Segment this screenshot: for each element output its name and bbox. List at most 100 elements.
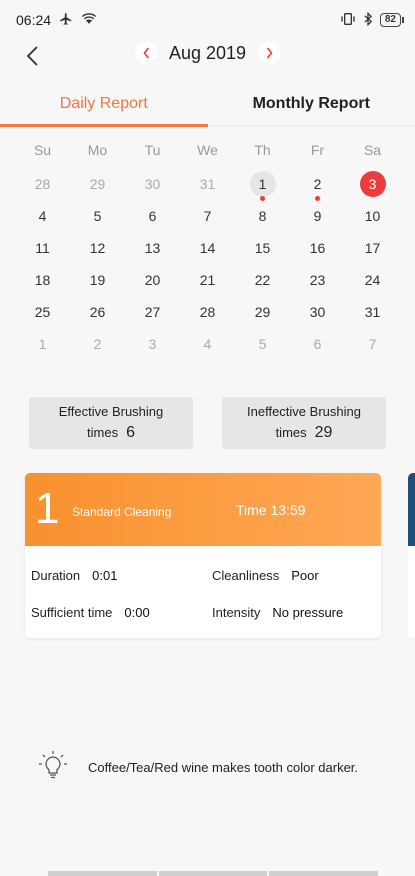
calendar-day[interactable]: 30 <box>305 299 331 325</box>
vibrate-icon <box>340 12 356 29</box>
calendar-day[interactable]: 13 <box>140 235 166 261</box>
calendar-day[interactable]: 29 <box>85 171 111 197</box>
calendar-day[interactable]: 29 <box>250 299 276 325</box>
ineffective-brushing-stat: Ineffective Brushing times 29 <box>222 397 386 449</box>
calendar-day[interactable]: 22 <box>250 267 276 293</box>
calendar-day[interactable]: 9 <box>305 203 331 229</box>
calendar-day[interactable]: 23 <box>305 267 331 293</box>
weekday-label: Su <box>33 142 52 158</box>
calendar-day[interactable]: 5 <box>250 331 276 357</box>
calendar-day[interactable]: 4 <box>30 203 56 229</box>
airplane-icon <box>59 12 73 29</box>
calendar-day[interactable]: 16 <box>305 235 331 261</box>
calendar-day[interactable]: 26 <box>85 299 111 325</box>
stat-value: 6 <box>126 424 135 441</box>
month-selector: Aug 2019 <box>134 42 281 64</box>
duration-label: Duration <box>31 568 81 583</box>
back-button[interactable] <box>18 42 46 70</box>
brushing-tip: Coffee/Tea/Red wine makes tooth color da… <box>38 750 358 785</box>
calendar-day[interactable]: 6 <box>305 331 331 357</box>
weekday-header: Su Mo Tu We Th Fr Sa <box>15 136 400 164</box>
session-time: Time 13:59 <box>236 502 306 518</box>
calendar-week: 4 5 6 7 8 9 10 <box>15 200 400 232</box>
calendar-week: 28 29 30 31 1 2 3 <box>15 168 400 201</box>
chevron-left-icon <box>26 46 38 66</box>
calendar-day[interactable]: 10 <box>360 203 386 229</box>
calendar-day[interactable]: 28 <box>195 299 221 325</box>
lightbulb-icon <box>38 750 68 785</box>
cleanliness-value: Poor <box>291 568 319 583</box>
calendar-day-selected[interactable]: 3 <box>359 171 386 197</box>
cleanliness-label: Cleanliness <box>212 568 280 583</box>
chevron-left-icon <box>142 47 149 59</box>
calendar-day[interactable]: 6 <box>140 203 166 229</box>
calendar-day[interactable]: 14 <box>195 235 221 261</box>
sufficient-time-value: 0:00 <box>124 605 150 620</box>
calendar-day[interactable]: 25 <box>30 299 56 325</box>
calendar-day[interactable]: 1 <box>30 331 56 357</box>
calendar-day[interactable]: 20 <box>140 267 166 293</box>
bottom-bar-edge <box>48 871 379 876</box>
tab-monthly-report[interactable]: Monthly Report <box>208 86 415 125</box>
calendar-week: 1 2 3 4 5 6 7 <box>15 328 400 360</box>
effective-brushing-stat: Effective Brushing times 6 <box>29 397 193 449</box>
intensity-value: No pressure <box>272 605 344 620</box>
cleaning-mode: Standard Cleaning <box>72 505 172 519</box>
calendar-day[interactable]: 28 <box>30 171 56 197</box>
calendar-day[interactable]: 2 <box>305 171 331 197</box>
calendar-day[interactable]: 24 <box>360 267 386 293</box>
battery-indicator: 82 <box>379 13 405 27</box>
card-body: Duration 0:01 Cleanliness Poor Sufficien… <box>25 546 381 638</box>
calendar-day[interactable]: 7 <box>360 331 386 357</box>
status-bar: 06:24 82 <box>0 0 415 40</box>
stat-value: 29 <box>314 424 333 441</box>
weekday-label: Mo <box>87 142 108 158</box>
calendar-day[interactable]: 19 <box>85 267 111 293</box>
brushing-session-card[interactable]: 1 Standard Cleaning Time 13:59 Duration … <box>25 473 381 638</box>
calendar-day[interactable]: 8 <box>250 203 276 229</box>
calendar-day[interactable]: 5 <box>85 203 111 229</box>
stat-label: Effective Brushing <box>58 404 164 419</box>
calendar-day[interactable]: 30 <box>140 171 166 197</box>
card-header: 1 Standard Cleaning Time 13:59 <box>25 473 381 546</box>
calendar-day[interactable]: 27 <box>140 299 166 325</box>
weekday-label: Fr <box>310 142 325 158</box>
weekday-label: Tu <box>144 142 161 158</box>
stat-label: Ineffective Brushing <box>247 404 361 419</box>
calendar-day[interactable]: 4 <box>195 331 221 357</box>
calendar-day[interactable]: 31 <box>360 299 386 325</box>
prev-month-button[interactable] <box>134 42 157 64</box>
report-tabs: Daily Report Monthly Report <box>0 86 415 127</box>
sufficient-time-label: Sufficient time <box>31 605 113 620</box>
stat-unit: times <box>275 425 307 440</box>
calendar: Su Mo Tu We Th Fr Sa 28 29 30 31 1 2 3 4… <box>15 136 400 360</box>
stat-unit: times <box>87 425 119 440</box>
wifi-icon <box>81 12 97 28</box>
calendar-week: 25 26 27 28 29 30 31 <box>15 296 400 328</box>
calendar-day[interactable]: 15 <box>250 235 276 261</box>
bluetooth-icon <box>363 11 373 29</box>
calendar-day[interactable]: 18 <box>30 267 56 293</box>
calendar-week: 11 12 13 14 15 16 17 <box>15 232 400 264</box>
calendar-day[interactable]: 17 <box>360 235 386 261</box>
calendar-day-today[interactable]: 1 <box>249 171 276 197</box>
calendar-day[interactable]: 31 <box>195 171 221 197</box>
chevron-right-icon <box>266 47 273 59</box>
duration-value: 0:01 <box>92 568 118 583</box>
calendar-week: 18 19 20 21 22 23 24 <box>15 264 400 296</box>
tip-text: Coffee/Tea/Red wine makes tooth color da… <box>88 760 359 775</box>
calendar-day[interactable]: 21 <box>195 267 221 293</box>
calendar-day[interactable]: 7 <box>195 203 221 229</box>
session-index: 1 <box>35 484 60 533</box>
calendar-day[interactable]: 11 <box>30 235 56 261</box>
next-session-card-peek[interactable] <box>408 473 415 638</box>
calendar-day[interactable]: 12 <box>85 235 111 261</box>
status-time: 06:24 <box>16 12 52 28</box>
intensity-label: Intensity <box>212 605 261 620</box>
tab-daily-report[interactable]: Daily Report <box>0 86 208 127</box>
calendar-day[interactable]: 3 <box>140 331 166 357</box>
weekday-label: Th <box>254 142 271 158</box>
next-month-button[interactable] <box>258 42 281 64</box>
calendar-day[interactable]: 2 <box>85 331 111 357</box>
top-nav: Aug 2019 <box>0 40 415 72</box>
